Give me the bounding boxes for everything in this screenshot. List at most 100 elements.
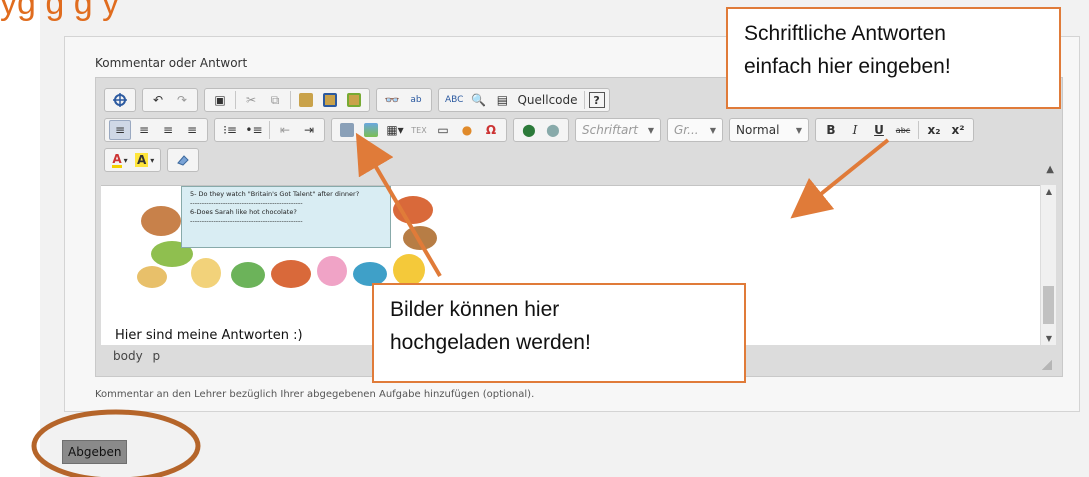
worksheet-line: 6-Does Sarah like hot chocolate? [190, 208, 297, 216]
toolbar-separator [583, 91, 585, 109]
font-family-value: Schriftart [582, 123, 639, 137]
toolbar-group-lists: ⁝≡ •≡ ⇤ ⇥ [214, 118, 325, 142]
food-decoration [393, 196, 433, 224]
align-right-icon[interactable]: ≡ [157, 120, 179, 140]
underline-icon[interactable]: U [868, 120, 890, 140]
indent-icon[interactable]: ⇥ [298, 120, 320, 140]
toolbar-separator [269, 121, 270, 139]
superscript-icon[interactable]: x² [947, 120, 969, 140]
worksheet-question-box: 5- Do they watch "Britain's Got Talent" … [181, 186, 391, 248]
toolbar-separator [290, 91, 291, 109]
submit-button[interactable]: Abgeben [62, 440, 128, 464]
toolbar-group-maximize [104, 88, 136, 112]
numbered-list-icon[interactable]: ⁝≡ [219, 120, 241, 140]
omega-icon[interactable]: Ω [480, 120, 502, 140]
redo-icon[interactable]: ↷ [171, 90, 193, 110]
source-button[interactable]: Quellcode [515, 90, 579, 110]
smiley-icon[interactable]: ● [456, 120, 478, 140]
bullet-list-icon[interactable]: •≡ [243, 120, 265, 140]
align-center-icon[interactable]: ≡ [133, 120, 155, 140]
font-family-select[interactable]: Schriftart ▼ [575, 118, 661, 142]
toolbar-separator [235, 91, 236, 109]
toolbar-group-align: ≡ ≡ ≡ ≡ [104, 118, 208, 142]
food-decoration [403, 226, 437, 250]
food-decoration [393, 254, 425, 286]
callout-line: hochgeladen werden! [390, 331, 591, 354]
toolbar-group-insert: ▦▾ TEX ▭ ● Ω [331, 118, 507, 142]
toolbar-separator [918, 121, 919, 139]
scroll-up-icon[interactable]: ▲ [1041, 187, 1057, 196]
resize-handle-icon[interactable] [1042, 360, 1052, 370]
collapse-toolbar-icon[interactable]: ▲ [1046, 164, 1054, 175]
worksheet-line: ----------------------------------------… [190, 199, 303, 207]
page-heading-fragment: yg g g y [0, 0, 120, 22]
select-all-icon[interactable]: ▣ [209, 90, 231, 110]
paste-icon[interactable] [295, 90, 317, 110]
toolbar-group-clipboard: ▣ ✂ ⧉ [204, 88, 370, 112]
paste-text-icon[interactable] [319, 90, 341, 110]
source-icon[interactable]: ▤ [491, 90, 513, 110]
food-decoration [317, 256, 347, 286]
callout-line: einfach hier eingeben! [744, 55, 951, 78]
worksheet-line: 5- Do they watch "Britain's Got Talent" … [190, 190, 360, 198]
toolbar-group-eraser [167, 148, 200, 172]
toolbar-group-history: ↶ ↷ [142, 88, 198, 112]
italic-icon[interactable]: I [844, 120, 866, 140]
toolbar-row-2: ≡ ≡ ≡ ≡ ⁝≡ •≡ ⇤ ⇥ ▦▾ TEX ▭ ● Ω ⬤ ⬤ Schri… [104, 117, 980, 143]
food-decoration [231, 262, 265, 288]
toolbar-group-find: 👓 ab [376, 88, 432, 112]
field-label: Kommentar oder Antwort [95, 56, 248, 70]
callout-upload-images: Bilder können hier hochgeladen werden! [372, 283, 746, 383]
find-icon[interactable]: 👓 [381, 90, 403, 110]
table-icon[interactable]: ▦▾ [384, 120, 406, 140]
help-icon[interactable]: ? [588, 92, 605, 108]
callout-write-answers: Schriftliche Antworten einfach hier eing… [726, 7, 1061, 109]
toolbar-group-tools: ABC 🔍 ▤ Quellcode ? [438, 88, 610, 112]
link-icon[interactable]: ⬤ [518, 120, 540, 140]
chevron-down-icon: ▼ [709, 125, 716, 135]
font-size-select[interactable]: Gr... ▼ [667, 118, 723, 142]
image-icon[interactable] [360, 120, 382, 140]
food-decoration [141, 206, 181, 236]
replace-icon[interactable]: ab [405, 90, 427, 110]
spellcheck-icon[interactable]: ABC [443, 90, 465, 110]
eraser-icon[interactable] [172, 150, 194, 170]
image-upload-icon[interactable] [336, 120, 358, 140]
font-size-value: Gr... [674, 123, 699, 137]
text-color-icon[interactable]: A ▾ [109, 150, 131, 170]
scroll-down-icon[interactable]: ▼ [1041, 334, 1057, 343]
hr-icon[interactable]: ▭ [432, 120, 454, 140]
toolbar-row-3: A ▾ A ▾ [104, 147, 205, 173]
align-left-icon[interactable]: ≡ [109, 120, 131, 140]
format-select[interactable]: Normal ▼ [729, 118, 809, 142]
justify-icon[interactable]: ≡ [181, 120, 203, 140]
paste-word-icon[interactable] [343, 90, 365, 110]
maximize-icon[interactable] [109, 90, 131, 110]
toolbar-group-links: ⬤ ⬤ [513, 118, 569, 142]
strikethrough-icon[interactable]: abc [892, 120, 914, 140]
unlink-icon[interactable]: ⬤ [542, 120, 564, 140]
chevron-down-icon: ▼ [647, 125, 654, 135]
cut-icon[interactable]: ✂ [240, 90, 262, 110]
copy-icon[interactable]: ⧉ [264, 90, 286, 110]
help-text: Kommentar an den Lehrer bezüglich Ihrer … [95, 389, 535, 400]
subscript-icon[interactable]: x₂ [923, 120, 945, 140]
tex-icon[interactable]: TEX [408, 120, 430, 140]
food-decoration [191, 258, 221, 288]
answer-text: Hier sind meine Antworten :) [115, 328, 303, 343]
food-decoration [137, 266, 167, 288]
toolbar-group-colors: A ▾ A ▾ [104, 148, 162, 172]
editor-scrollbar[interactable]: ▲ ▼ [1040, 185, 1056, 345]
callout-line: Bilder können hier [390, 298, 560, 321]
preview-icon[interactable]: 🔍 [467, 90, 489, 110]
bold-icon[interactable]: B [820, 120, 842, 140]
toolbar-group-text-style: B I U abc x₂ x² [815, 118, 974, 142]
worksheet-line: ----------------------------------------… [190, 217, 303, 225]
scrollbar-thumb[interactable] [1043, 286, 1054, 324]
bg-color-icon[interactable]: A ▾ [133, 150, 156, 170]
toolbar-row-1: ↶ ↷ ▣ ✂ ⧉ 👓 ab ABC 🔍 ▤ Quellcode ? [104, 87, 616, 113]
outdent-icon[interactable]: ⇤ [274, 120, 296, 140]
chevron-down-icon: ▼ [795, 125, 802, 135]
undo-icon[interactable]: ↶ [147, 90, 169, 110]
food-decoration [271, 260, 311, 288]
